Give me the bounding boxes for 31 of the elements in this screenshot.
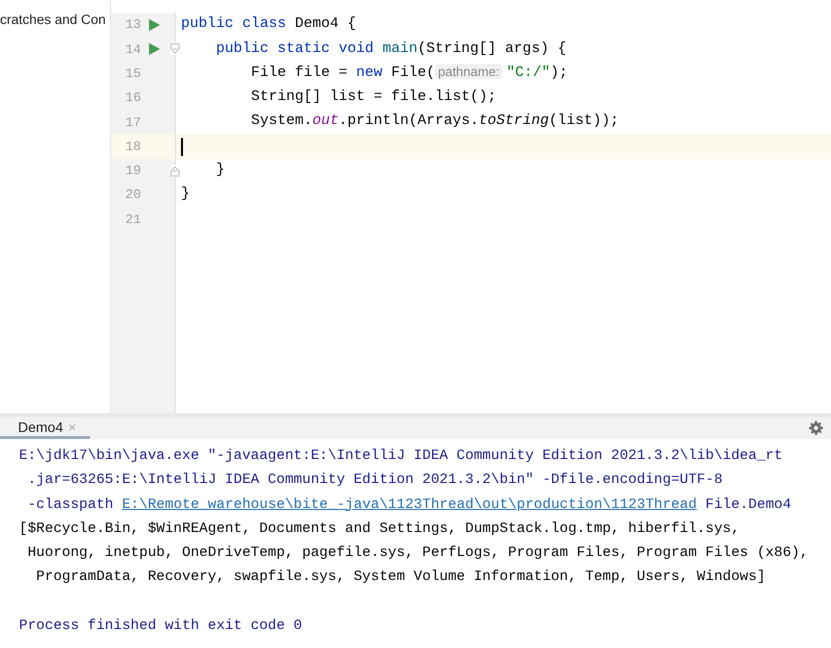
code-line: System.out.println(Arrays.toString(list)); (250, 112, 619, 132)
line-number: 16 (124, 89, 141, 108)
code-line: public class Demo4 { (181, 15, 356, 34)
console-line: Process finished with exit code 0 (19, 617, 304, 636)
line-number: 13 (124, 16, 141, 34)
console-line: Huorong, inetpub, OneDriveTemp, pagefile.sys, PerfLogs, Program Files, Program Files (x86), (26, 544, 810, 564)
code-line: File file = new File( pathname: "C:/"); (250, 63, 568, 84)
fold-icon[interactable] (170, 43, 180, 56)
line-number: 15 (124, 64, 141, 83)
code-line: } (215, 160, 225, 180)
tree-item[interactable]: cratches and Con (0, 10, 110, 30)
line-number: 20 (124, 186, 141, 204)
run-tab[interactable]: Demo4 × (0, 417, 90, 439)
code-line: String[] list = file.list(); (250, 88, 496, 108)
console-line: [$Recycle.Bin, $WinREAgent, Documents and Settings, DumpStack.log.tmp, hiberfil.sys, (19, 520, 741, 539)
console-line: ProgramData, Recovery, swapfile.sys, System Volume Information, Temp, Users, Windows] (35, 568, 766, 588)
console-line: .jar=63265:E:\IntelliJ IDEA Community Edition 2021.3.2\bin" -Dfile.encoding=UTF-8 (26, 471, 724, 490)
console-line: -classpath E:\Remote_warehouse\bite_-java\1123Thread\out\production\1123Thread File.Demo4 (26, 496, 792, 515)
code-line: public static void main(String[] args) { (215, 40, 566, 58)
fold-icon[interactable] (170, 164, 180, 177)
line-number: 21 (124, 210, 141, 229)
run-icon[interactable] (149, 43, 160, 56)
path-link[interactable]: E:\Remote_warehouse\bite_-java\1123Thread\out\production\1123Thread (122, 496, 697, 513)
line-number: 19 (124, 162, 141, 180)
code-line: } (181, 185, 190, 204)
line-number: 14 (124, 40, 141, 59)
console-line: E:\jdk17\bin\java.exe "-javaagent:E:\IntelliJ IDEA Community Edition 2021.3.2\lib\idea_rt (19, 447, 784, 466)
run-icon[interactable] (149, 19, 160, 32)
text-cursor (181, 138, 183, 156)
line-number: 18 (124, 138, 141, 156)
line-number: 17 (124, 114, 141, 132)
